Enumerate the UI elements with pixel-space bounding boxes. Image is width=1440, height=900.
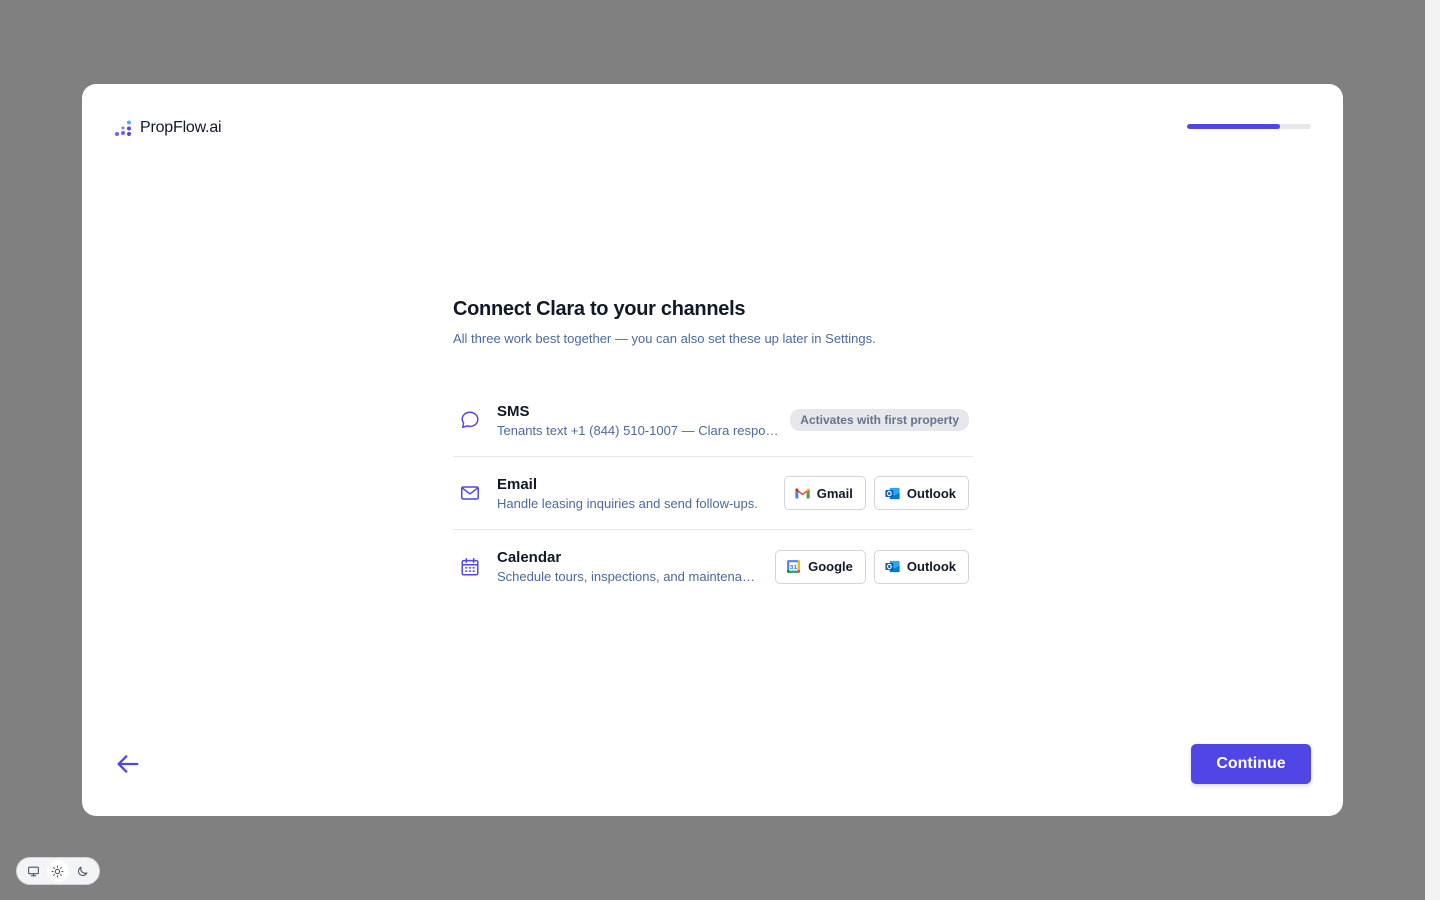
connect-gmail-button[interactable]: Gmail (783, 476, 866, 510)
brand-logo: PropFlow.ai (114, 116, 222, 140)
connect-outlook-mail-button[interactable]: Outlook (873, 476, 969, 510)
sms-status-badge: Activates with first property (790, 409, 969, 431)
arrow-left-icon (117, 755, 139, 773)
progress-fill (1187, 124, 1280, 129)
channel-text-calendar: Calendar Schedule tours, inspections, an… (497, 549, 775, 584)
onboarding-progress-bar (1187, 124, 1311, 129)
theme-system-button[interactable] (22, 860, 44, 882)
page-scrollbar[interactable] (1425, 0, 1440, 900)
google-calendar-icon: 31 (787, 560, 800, 573)
channel-description-calendar: Schedule tours, inspections, and mainten… (497, 569, 759, 584)
channel-list: SMS Tenants text +1 (844) 510-1007 — Cla… (453, 384, 973, 603)
channel-description-sms: Tenants text +1 (844) 510-1007 — Clara r… (497, 422, 781, 438)
page-subtitle: All three work best together — you can a… (453, 331, 876, 346)
gmail-icon (795, 487, 810, 498)
channel-description-email: Handle leasing inquiries and send follow… (497, 495, 758, 511)
continue-button[interactable]: Continue (1191, 744, 1311, 784)
theme-light-button[interactable] (46, 860, 69, 882)
back-button[interactable] (114, 750, 142, 778)
google-button-label: Google (808, 559, 853, 574)
calendar-icon (459, 556, 481, 578)
channel-actions-calendar: 31 Google Outlook (775, 549, 969, 584)
gmail-button-label: Gmail (816, 485, 853, 501)
chat-bubble-icon (459, 409, 481, 431)
outlook-mail-button-label: Outlook (906, 485, 956, 501)
channel-row-calendar: Calendar Schedule tours, inspections, an… (453, 530, 973, 603)
channel-title-calendar: Calendar (497, 549, 562, 566)
channel-row-sms: SMS Tenants text +1 (844) 510-1007 — Cla… (453, 384, 973, 457)
theme-switcher (16, 857, 100, 885)
channel-title-email: Email (497, 475, 538, 493)
channel-title-sms: SMS (497, 402, 530, 420)
page-title: Connect Clara to your channels (453, 298, 746, 320)
sun-icon (52, 865, 64, 877)
outlook-calendar-button-label: Outlook (906, 559, 956, 574)
channels-section: Connect Clara to your channels All three… (453, 298, 973, 603)
outlook-icon (885, 487, 900, 499)
channel-actions-sms: Activates with first property (790, 409, 969, 431)
propflow-logo-icon (115, 120, 131, 136)
system-icon (27, 866, 39, 876)
onboarding-modal: PropFlow.ai Connect Clara to your channe… (82, 84, 1343, 816)
channel-text-sms: SMS Tenants text +1 (844) 510-1007 — Cla… (497, 403, 790, 438)
theme-dark-button[interactable] (72, 860, 94, 882)
outlook-icon (885, 560, 900, 573)
connect-google-calendar-button[interactable]: 31 Google (775, 549, 866, 584)
brand-name: PropFlow.ai (140, 119, 222, 136)
svg-text:31: 31 (790, 565, 798, 571)
channel-text-email: Email Handle leasing inquiries and send … (497, 476, 784, 511)
mail-icon (459, 482, 481, 504)
connect-outlook-calendar-button[interactable]: Outlook (873, 549, 969, 584)
moon-icon (78, 866, 88, 876)
channel-actions-email: Gmail Outlook (783, 476, 969, 510)
channel-row-email: Email Handle leasing inquiries and send … (453, 457, 973, 530)
